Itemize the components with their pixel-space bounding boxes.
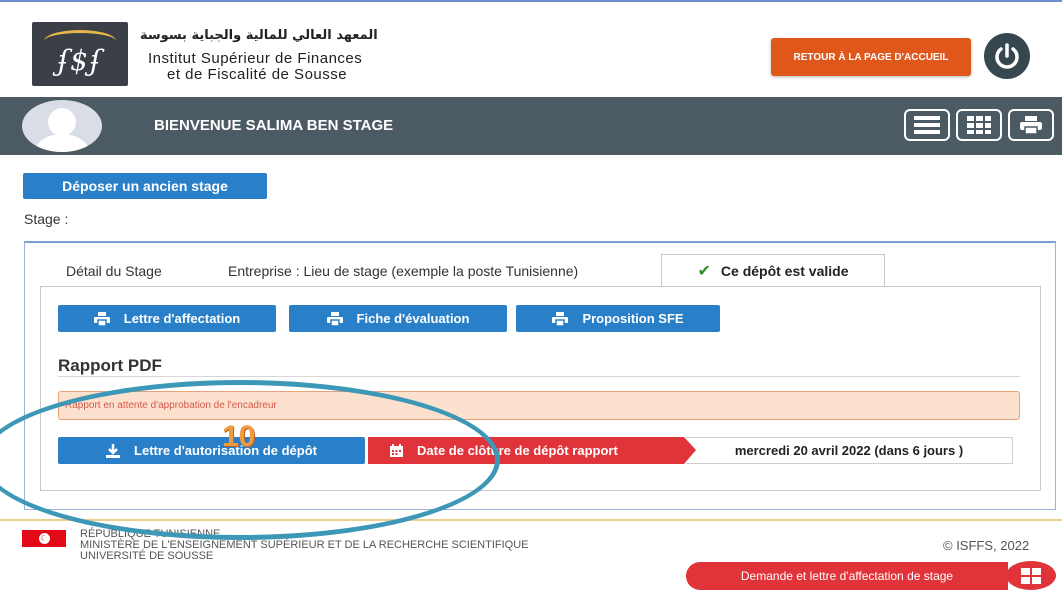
print-icon	[1020, 116, 1042, 135]
tab-entreprise[interactable]: Entreprise : Lieu de stage (exemple la p…	[228, 255, 578, 286]
proposition-sfe-label: Proposition SFE	[582, 311, 684, 326]
welcome-bar: BIENVENUE SALIMA BEN STAGE	[0, 97, 1062, 155]
date-cloture-arrow	[684, 437, 696, 464]
lettre-affectation-button[interactable]: Lettre d'affectation	[58, 305, 276, 332]
footer-university: UNIVERSITÉ DE SOUSSE	[80, 550, 214, 562]
demande-affectation-button[interactable]: Demande et lettre d'affectation de stage	[686, 562, 1008, 590]
avatar-body	[34, 134, 90, 152]
institute-name-arabic: المعهد العالي للمالية والجباية بسوسة	[140, 28, 378, 43]
flag-crescent: ☾	[38, 533, 50, 544]
annotation-ellipse	[0, 380, 500, 540]
tab-depot-valide[interactable]: ✔ Ce dépôt est valide	[661, 254, 885, 287]
print-page-button[interactable]	[1008, 109, 1054, 141]
fiche-evaluation-button[interactable]: Fiche d'évaluation	[289, 305, 507, 332]
tunisia-flag-icon: ☾	[22, 530, 66, 547]
institute-name-french-line1: Institut Supérieur de Finances	[148, 50, 363, 67]
institute-name-french-line2: et de Fiscalité de Sousse	[167, 66, 348, 83]
checkmark-icon: ✔	[697, 263, 711, 280]
power-icon	[995, 43, 1019, 69]
list-view-button[interactable]	[904, 109, 950, 141]
institute-logo[interactable]: ʄ$ʄ	[32, 22, 128, 86]
copyright: © ISFFS, 2022	[943, 538, 1030, 553]
grid-icon	[967, 116, 991, 134]
avatar[interactable]	[22, 100, 102, 152]
welcome-message: BIENVENUE SALIMA BEN STAGE	[154, 117, 394, 134]
tab-depot-valide-label: Ce dépôt est valide	[720, 263, 849, 279]
apps-grid-button[interactable]	[1006, 561, 1056, 590]
logout-button[interactable]	[984, 33, 1030, 79]
lettre-affectation-label: Lettre d'affectation	[123, 311, 241, 326]
site-header: ʄ$ʄ المعهد العالي للمالية والجباية بسوسة…	[0, 2, 1062, 98]
annotation-number: 10	[222, 420, 256, 453]
date-cloture-value: mercredi 20 avril 2022 (dans 6 jours )	[686, 437, 1013, 464]
proposition-sfe-button[interactable]: Proposition SFE	[516, 305, 720, 332]
tab-detail-stage[interactable]: Détail du Stage	[66, 255, 162, 286]
list-icon	[914, 116, 940, 134]
logo-text: ʄ$ʄ	[57, 44, 103, 77]
grid-icon	[1021, 567, 1041, 584]
grid-view-button[interactable]	[956, 109, 1002, 141]
deposit-old-internship-button[interactable]: Déposer un ancien stage	[23, 173, 267, 199]
avatar-head	[48, 108, 76, 136]
print-icon	[93, 311, 110, 326]
rapport-pdf-heading: Rapport PDF	[58, 356, 162, 375]
divider	[58, 376, 1020, 377]
fiche-evaluation-label: Fiche d'évaluation	[356, 311, 470, 326]
print-icon	[326, 311, 343, 326]
stage-label: Stage :	[24, 211, 69, 227]
home-button[interactable]: RETOUR À LA PAGE D'ACCUEIL	[771, 38, 971, 76]
print-icon	[552, 311, 569, 326]
